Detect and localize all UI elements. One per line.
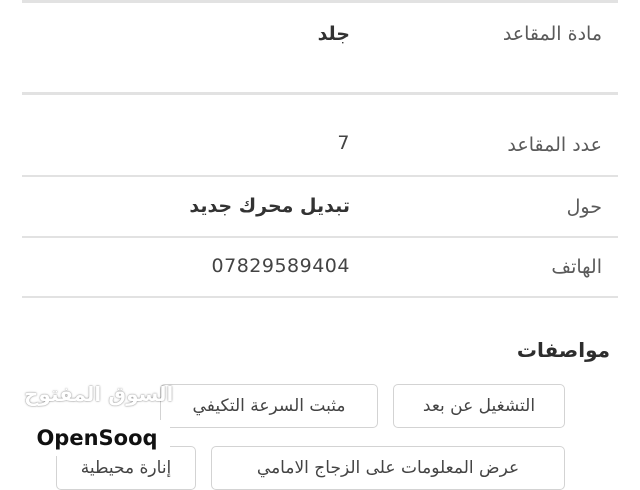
phone-label: الهاتف — [551, 256, 602, 278]
divider — [22, 0, 618, 3]
opensooq-logo: OpenSooq — [24, 420, 170, 456]
feature-chip: عرض المعلومات على الزجاج الامامي — [211, 446, 565, 490]
about-label: حول — [566, 196, 602, 218]
divider — [22, 92, 618, 95]
features-title: مواصفات — [516, 338, 610, 362]
seat-material-value: جلد — [317, 23, 350, 45]
seat-count-value: 7 — [337, 132, 350, 154]
divider — [22, 296, 618, 298]
feature-chip: التشغيل عن بعد — [393, 384, 565, 428]
feature-chip: مثبت السرعة التكيفي — [160, 384, 378, 428]
phone-value[interactable]: 07829589404 — [212, 255, 350, 277]
divider — [22, 175, 618, 177]
seat-material-label: مادة المقاعد — [502, 23, 602, 45]
watermark-arabic: السوق المفتوح — [24, 382, 174, 406]
divider — [22, 236, 618, 238]
logo-text: OpenSooq — [36, 426, 158, 450]
about-value: تبديل محرك جديد — [189, 195, 350, 217]
seat-count-label: عدد المقاعد — [507, 134, 602, 156]
